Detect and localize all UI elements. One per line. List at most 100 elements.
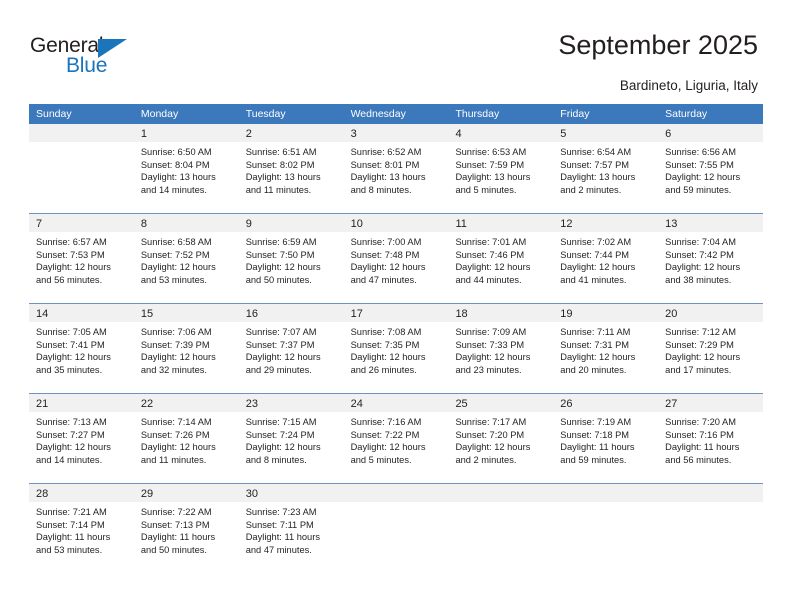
daylight-duration-line1: Daylight: 12 hours [245, 262, 321, 273]
day-cell[interactable]: 16 Sunrise: 7:07 AM Sunset: 7:37 PM Dayligh… [238, 304, 344, 393]
calendar-week-row: 28 Sunrise: 7:21 AM Sunset: 7:14 PM Dayligh… [29, 483, 764, 573]
day-details [448, 502, 553, 506]
sunrise-time: Sunrise: 7:20 AM [665, 417, 736, 427]
day-number: 25 [455, 398, 468, 410]
week-days: 21 Sunrise: 7:13 AM Sunset: 7:27 PM Dayligh… [29, 394, 764, 483]
daylight-duration-line2: and 8 minutes. [350, 184, 412, 195]
day-cell[interactable]: 5 Sunrise: 6:54 AM Sunset: 7:57 PM Daylight… [553, 124, 659, 213]
weekday-header-row: Sunday Monday Tuesday Wednesday Thursday… [29, 104, 763, 124]
day-cell[interactable]: 9 Sunrise: 6:59 AM Sunset: 7:50 PM Daylight… [238, 214, 344, 303]
day-cell[interactable]: 11 Sunrise: 7:01 AM Sunset: 7:46 PM Dayligh… [448, 214, 554, 303]
daylight-duration-line2: and 11 minutes. [245, 184, 312, 195]
day-cell[interactable]: 7 Sunrise: 6:57 AM Sunset: 7:53 PM Daylight… [29, 214, 134, 303]
daylight-duration-line1: Daylight: 12 hours [245, 442, 321, 453]
sunset-time: Sunset: 7:48 PM [350, 249, 420, 260]
sunrise-time: Sunrise: 7:13 AM [36, 417, 107, 427]
day-number-band: 27 [658, 394, 764, 412]
sunset-time: Sunset: 7:29 PM [665, 339, 734, 350]
page-title: September 2025 [558, 30, 758, 60]
sunset-time: Sunset: 8:02 PM [245, 159, 315, 170]
day-details: Sunrise: 6:58 AM Sunset: 7:52 PM Daylight:… [134, 232, 239, 286]
day-cell[interactable]: 18 Sunrise: 7:09 AM Sunset: 7:33 PM Dayligh… [448, 304, 554, 393]
week-days: 7 Sunrise: 6:57 AM Sunset: 7:53 PM Daylight… [29, 214, 764, 303]
day-cell[interactable]: 27 Sunrise: 7:20 AM Sunset: 7:16 PM Dayligh… [658, 394, 764, 483]
day-details: Sunrise: 7:23 AM Sunset: 7:11 PM Daylight:… [239, 502, 344, 556]
general-blue-logo[interactable]: General Blue [30, 34, 160, 80]
daylight-duration-line1: Daylight: 12 hours [560, 262, 636, 273]
day-cell-empty [343, 484, 449, 573]
daylight-duration-line2: and 20 minutes. [560, 364, 627, 375]
sunset-time: Sunset: 7:13 PM [140, 519, 210, 530]
sunset-time: Sunset: 7:14 PM [36, 519, 105, 530]
sunrise-time: Sunrise: 6:59 AM [245, 237, 317, 247]
day-cell[interactable]: 25 Sunrise: 7:17 AM Sunset: 7:20 PM Dayligh… [448, 394, 554, 483]
day-number-band: 1 [133, 124, 239, 142]
day-cell[interactable]: 6 Sunrise: 6:56 AM Sunset: 7:55 PM Daylight… [658, 124, 764, 213]
day-cell[interactable]: 30 Sunrise: 7:23 AM Sunset: 7:11 PM Dayligh… [238, 484, 344, 573]
day-cell[interactable]: 20 Sunrise: 7:12 AM Sunset: 7:29 PM Dayligh… [658, 304, 764, 393]
daylight-duration-line2: and 35 minutes. [36, 364, 103, 375]
day-cell[interactable]: 22 Sunrise: 7:14 AM Sunset: 7:26 PM Dayligh… [133, 394, 239, 483]
day-cell[interactable]: 12 Sunrise: 7:02 AM Sunset: 7:44 PM Dayligh… [553, 214, 659, 303]
day-cell[interactable]: 13 Sunrise: 7:04 AM Sunset: 7:42 PM Dayligh… [658, 214, 764, 303]
day-number: 30 [245, 488, 258, 500]
day-number-band: 12 [553, 214, 659, 232]
sunrise-time: Sunrise: 7:00 AM [350, 237, 422, 247]
daylight-duration-line2: and 47 minutes. [245, 544, 312, 555]
day-details: Sunrise: 7:22 AM Sunset: 7:13 PM Daylight:… [134, 502, 239, 556]
day-cell[interactable]: 4 Sunrise: 6:53 AM Sunset: 7:59 PM Daylight… [448, 124, 554, 213]
day-details: Sunrise: 7:12 AM Sunset: 7:29 PM Daylight:… [658, 322, 763, 376]
sunset-time: Sunset: 7:52 PM [140, 249, 210, 260]
day-cell[interactable]: 23 Sunrise: 7:15 AM Sunset: 7:24 PM Dayligh… [238, 394, 344, 483]
sunrise-time: Sunrise: 6:56 AM [665, 147, 736, 157]
day-details [553, 502, 658, 506]
day-cell[interactable]: 26 Sunrise: 7:19 AM Sunset: 7:18 PM Dayligh… [553, 394, 659, 483]
day-cell[interactable]: 19 Sunrise: 7:11 AM Sunset: 7:31 PM Dayligh… [553, 304, 659, 393]
day-details: Sunrise: 7:11 AM Sunset: 7:31 PM Daylight:… [553, 322, 658, 376]
sunrise-time: Sunrise: 7:19 AM [560, 417, 632, 427]
daylight-duration-line2: and 14 minutes. [36, 454, 103, 465]
daylight-duration-line1: Daylight: 11 hours [36, 532, 111, 543]
day-number-band: 30 [238, 484, 344, 502]
sunrise-time: Sunrise: 7:09 AM [455, 327, 527, 337]
day-details: Sunrise: 7:06 AM Sunset: 7:39 PM Daylight:… [134, 322, 239, 376]
sunrise-time: Sunrise: 7:01 AM [455, 237, 527, 247]
sunset-time: Sunset: 7:46 PM [455, 249, 525, 260]
daylight-duration-line1: Daylight: 12 hours [350, 442, 426, 453]
day-cell[interactable]: 17 Sunrise: 7:08 AM Sunset: 7:35 PM Dayligh… [343, 304, 449, 393]
day-cell[interactable]: 1 Sunrise: 6:50 AM Sunset: 8:04 PM Daylight… [133, 124, 239, 213]
day-details: Sunrise: 7:20 AM Sunset: 7:16 PM Daylight:… [658, 412, 763, 466]
day-number-band: 16 [238, 304, 344, 322]
sunset-time: Sunset: 7:55 PM [665, 159, 734, 170]
day-cell[interactable]: 8 Sunrise: 6:58 AM Sunset: 7:52 PM Daylight… [133, 214, 239, 303]
day-cell[interactable]: 24 Sunrise: 7:16 AM Sunset: 7:22 PM Dayligh… [343, 394, 449, 483]
day-number-band: 20 [658, 304, 764, 322]
day-number: 11 [455, 218, 467, 230]
daylight-duration-line1: Daylight: 12 hours [455, 442, 531, 453]
day-cell[interactable]: 28 Sunrise: 7:21 AM Sunset: 7:14 PM Dayligh… [29, 484, 134, 573]
day-cell[interactable]: 14 Sunrise: 7:05 AM Sunset: 7:41 PM Dayligh… [29, 304, 134, 393]
daylight-duration-line2: and 59 minutes. [560, 454, 627, 465]
day-cell[interactable]: 21 Sunrise: 7:13 AM Sunset: 7:27 PM Dayligh… [29, 394, 134, 483]
day-cell[interactable]: 2 Sunrise: 6:51 AM Sunset: 8:02 PM Daylight… [238, 124, 344, 213]
day-number-band: 18 [448, 304, 554, 322]
day-number: 3 [350, 128, 357, 140]
sunrise-time: Sunrise: 7:21 AM [36, 507, 107, 517]
daylight-duration-line2: and 50 minutes. [245, 274, 312, 285]
day-number-band [29, 124, 134, 142]
day-cell[interactable]: 3 Sunrise: 6:52 AM Sunset: 8:01 PM Daylight… [343, 124, 449, 213]
day-details: Sunrise: 7:17 AM Sunset: 7:20 PM Daylight:… [448, 412, 553, 466]
daylight-duration-line1: Daylight: 12 hours [665, 352, 741, 363]
daylight-duration-line2: and 41 minutes. [560, 274, 627, 285]
calendar-grid: Sunday Monday Tuesday Wednesday Thursday… [29, 104, 764, 573]
day-details [344, 502, 449, 506]
day-cell[interactable]: 29 Sunrise: 7:22 AM Sunset: 7:13 PM Dayligh… [133, 484, 239, 573]
day-number: 5 [560, 128, 567, 140]
calendar-week-row: 14 Sunrise: 7:05 AM Sunset: 7:41 PM Dayligh… [29, 303, 764, 393]
day-number-band: 19 [553, 304, 659, 322]
day-cell[interactable]: 10 Sunrise: 7:00 AM Sunset: 7:48 PM Dayligh… [343, 214, 449, 303]
day-number-band: 7 [29, 214, 134, 232]
day-details: Sunrise: 7:05 AM Sunset: 7:41 PM Daylight:… [29, 322, 134, 376]
day-cell[interactable]: 15 Sunrise: 7:06 AM Sunset: 7:39 PM Dayligh… [133, 304, 239, 393]
weekday-header-tuesday: Tuesday [245, 108, 286, 120]
